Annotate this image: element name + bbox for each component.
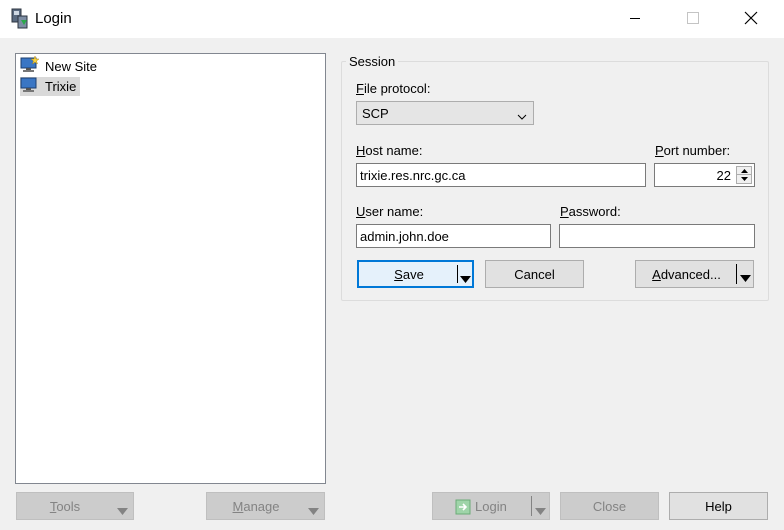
save-label: Save	[394, 266, 424, 282]
host-name-label: Host name:	[356, 143, 423, 158]
port-number-label: Port number:	[655, 143, 731, 158]
chevron-down-icon	[517, 109, 527, 124]
tools-button[interactable]: Tools	[16, 492, 134, 520]
winscp-icon	[9, 8, 31, 30]
site-monitor-icon	[20, 76, 40, 97]
split-divider	[457, 265, 458, 283]
manage-button[interactable]: Manage	[206, 492, 325, 520]
advanced-label: Advanced...	[652, 266, 721, 282]
login-button[interactable]: Login	[432, 492, 550, 520]
file-protocol-label: File protocol:	[356, 81, 431, 96]
minimize-icon	[629, 12, 641, 27]
login-icon	[455, 499, 471, 518]
file-protocol-label-text: ile protocol:	[363, 81, 431, 96]
cancel-button[interactable]: Cancel	[485, 260, 584, 288]
dropdown-arrow-icon	[308, 503, 319, 518]
tools-label: Tools	[49, 498, 81, 514]
host-name-input[interactable]: trixie.res.nrc.gc.ca	[356, 163, 646, 187]
new-site-monitor-icon	[20, 55, 40, 77]
window-title: Login	[35, 10, 72, 27]
tree-item-new-site[interactable]: New Site	[20, 55, 101, 77]
split-divider	[736, 264, 737, 284]
host-name-label-text: ost name:	[365, 143, 423, 158]
password-label: Password:	[560, 204, 621, 219]
manage-label: Manage	[232, 498, 280, 514]
close-button[interactable]: Close	[560, 492, 659, 520]
spin-down-icon[interactable]	[737, 175, 751, 183]
dropdown-arrow-icon	[117, 503, 128, 518]
port-number-label-text: ort number:	[663, 143, 731, 158]
dropdown-arrow-icon[interactable]	[460, 271, 471, 286]
minimize-button[interactable]	[612, 0, 658, 38]
help-button[interactable]: Help	[669, 492, 768, 520]
password-input[interactable]	[559, 224, 755, 248]
file-protocol-select[interactable]: SCP	[356, 101, 534, 125]
session-group-label: Session	[346, 54, 399, 69]
host-name-value: trixie.res.nrc.gc.ca	[360, 167, 466, 183]
dropdown-arrow-icon[interactable]	[740, 270, 751, 285]
port-number-value: 22	[716, 168, 731, 183]
tree-item-label: New Site	[45, 59, 98, 74]
close-label: Close	[592, 498, 627, 514]
password-label-text: assword:	[568, 204, 621, 219]
title-bar: Login	[0, 0, 784, 38]
file-protocol-value: SCP	[362, 105, 389, 121]
dropdown-arrow-icon	[535, 503, 546, 518]
advanced-button[interactable]: Advanced...	[635, 260, 754, 288]
user-name-input[interactable]: admin.john.doe	[356, 224, 551, 248]
maximize-button[interactable]	[670, 0, 716, 38]
tree-item-label: Trixie	[45, 79, 77, 94]
port-number-stepper[interactable]: 22	[654, 163, 755, 187]
site-tree[interactable]: New Site Trixie	[15, 53, 326, 484]
split-divider	[531, 496, 532, 516]
close-window-button[interactable]	[728, 0, 774, 38]
user-name-label: User name:	[356, 204, 424, 219]
tree-item-trixie[interactable]: Trixie	[20, 76, 81, 97]
spin-up-icon[interactable]	[737, 167, 751, 175]
maximize-icon	[687, 11, 699, 27]
login-label: Login	[475, 498, 507, 514]
close-icon	[744, 11, 758, 28]
save-button[interactable]: Save	[357, 260, 474, 288]
cancel-label: Cancel	[514, 266, 555, 282]
user-name-value: admin.john.doe	[360, 228, 449, 244]
help-label: Help	[705, 498, 732, 514]
port-spin-buttons[interactable]	[736, 166, 752, 184]
user-name-label-text: ser name:	[365, 204, 424, 219]
